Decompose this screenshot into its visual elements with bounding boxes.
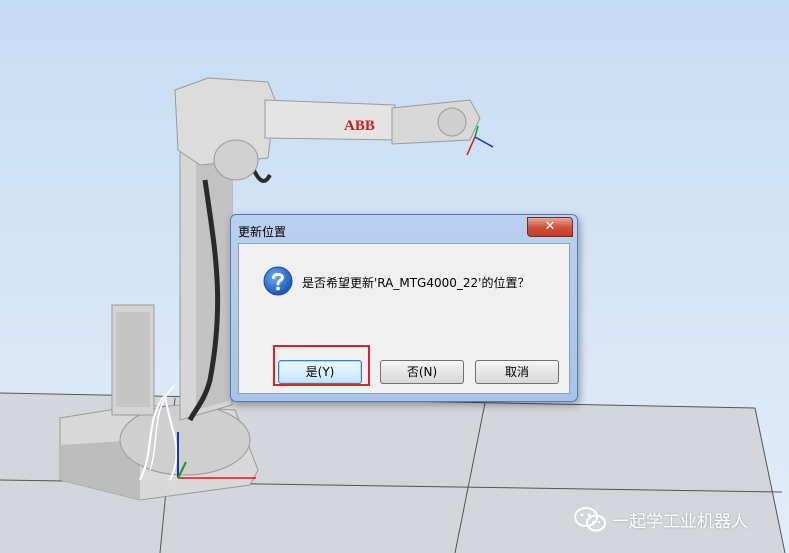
3d-viewport[interactable]: ABB 更新位置 ✕ 是否希望更新'RA_MTG4000_22'的位置？ 是(Y… xyxy=(0,0,789,553)
robot-upper-arm xyxy=(174,77,481,181)
close-button[interactable]: ✕ xyxy=(527,217,573,237)
no-button[interactable]: 否(N) xyxy=(380,360,464,384)
cancel-button[interactable]: 取消 xyxy=(475,360,559,384)
annotation-highlight-box xyxy=(273,345,370,386)
abb-logo: ABB xyxy=(344,118,375,134)
question-icon xyxy=(263,266,293,296)
watermark-text: 一起学工业机器人 xyxy=(612,512,748,532)
wechat-icon xyxy=(574,507,606,532)
dialog-message: 是否希望更新'RA_MTG4000_22'的位置？ xyxy=(302,276,530,290)
dialog-title: 更新位置 xyxy=(238,225,287,239)
